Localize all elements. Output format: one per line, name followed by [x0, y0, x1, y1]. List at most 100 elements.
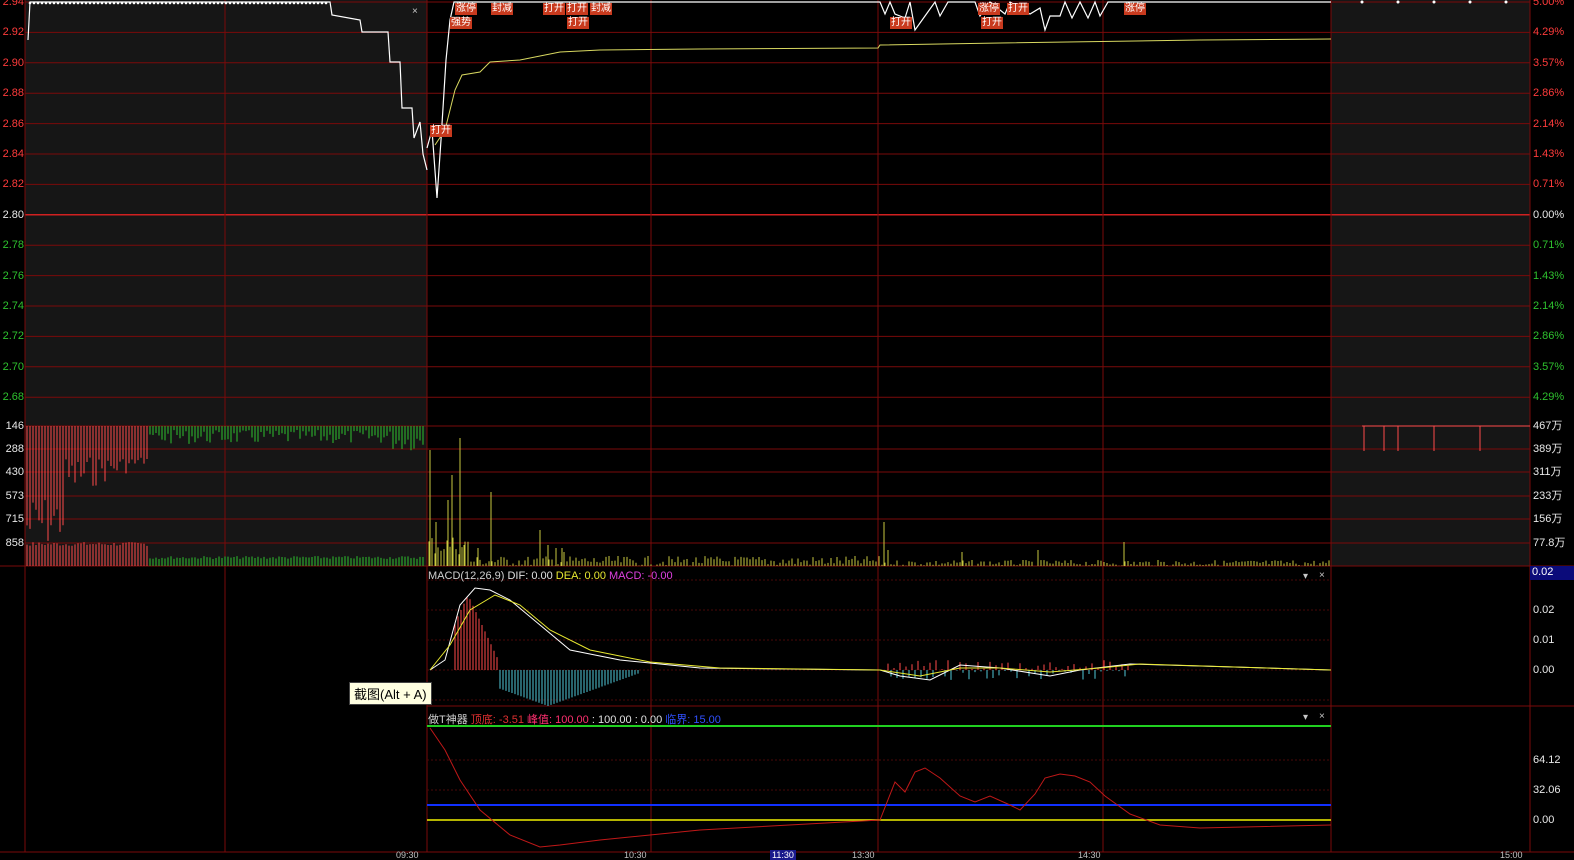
- price-dot: [192, 1, 196, 5]
- price-dot: [120, 1, 124, 5]
- price-dot: [220, 1, 224, 5]
- price-dot: [40, 1, 44, 5]
- dot-item: 顶底: -3.51: [470, 714, 524, 726]
- price-dot: [48, 1, 52, 5]
- price-dot: [200, 1, 204, 5]
- volume-tick-right: 311万: [1533, 466, 1562, 478]
- price-dot: [256, 1, 260, 5]
- price-dot: [260, 1, 264, 5]
- price-dot: [128, 1, 132, 5]
- dot-item: : 100.00: [588, 714, 632, 726]
- price-tick-right: 2.14%: [1533, 117, 1565, 130]
- price-dot: [68, 1, 72, 5]
- signal-tag: 打开: [566, 3, 588, 15]
- price-dot: [216, 1, 220, 5]
- macd-tick: 0.00: [1533, 664, 1555, 676]
- price-dot: [124, 1, 128, 5]
- panel-close-icon[interactable]: ×: [412, 6, 418, 17]
- signal-tag: 涨停: [978, 3, 1000, 15]
- price-tick-right: 0.00%: [1533, 208, 1565, 221]
- price-tick-left: 2.86: [2, 117, 24, 130]
- signal-tag: 封减: [590, 3, 612, 15]
- price-dot: [168, 1, 172, 5]
- volume-tick-left: 715: [5, 513, 24, 525]
- price-tick-left: 2.68: [2, 391, 24, 404]
- signal-tag: 涨停: [1124, 3, 1146, 15]
- price-dot: [268, 1, 272, 5]
- volume-tick-left: 430: [5, 466, 24, 478]
- macd-tick: 0.01: [1533, 634, 1555, 646]
- price-dot: [32, 1, 36, 5]
- price-tick-right: 1.43%: [1533, 269, 1565, 282]
- price-dot: [36, 1, 40, 5]
- price-tick-right: 4.29%: [1533, 26, 1565, 39]
- price-dot: [116, 1, 120, 5]
- price-dot: [204, 1, 208, 5]
- macd-dea: DEA: 0.00: [555, 570, 606, 582]
- volume-tick-right: 467万: [1533, 420, 1563, 432]
- price-dot: [252, 1, 256, 5]
- volume-tick-right: 77.8万: [1533, 537, 1566, 549]
- dot-header: 做T神器 顶底: -3.51 峰值: 100.00 : 100.00 : 0.0…: [428, 711, 721, 727]
- signal-tag: 打开: [567, 17, 589, 29]
- price-dot: [84, 1, 88, 5]
- dot-item: 临界: 15.00: [662, 714, 721, 726]
- volume-tick-right: 389万: [1533, 443, 1563, 455]
- macd-name: MACD(12,26,9): [428, 570, 505, 582]
- price-tick-right: 2.86%: [1533, 87, 1565, 100]
- price-tick-right: 0.71%: [1533, 239, 1565, 252]
- price-dot: [228, 1, 232, 5]
- price-dot: [304, 1, 308, 5]
- price-tick-right: 3.57%: [1533, 56, 1565, 69]
- price-dot: [208, 1, 212, 5]
- volume-tick-left: 858: [5, 537, 24, 549]
- price-dot: [56, 1, 60, 5]
- price-dot: [184, 1, 188, 5]
- macd-close-icon[interactable]: ×: [1319, 570, 1325, 581]
- macd-value: MACD: -0.00: [609, 570, 673, 582]
- price-dot: [180, 1, 184, 5]
- volume-tick-left: 288: [5, 443, 24, 455]
- price-dot: [280, 1, 284, 5]
- price-dot: [300, 1, 304, 5]
- signal-tag: 打开: [981, 17, 1003, 29]
- macd-dropdown-icon[interactable]: ▾: [1303, 571, 1308, 582]
- post-price-dot: [1504, 0, 1508, 4]
- post-market-area: [1331, 0, 1530, 566]
- price-tick-left: 2.90: [2, 56, 24, 69]
- volume-tick-right: 156万: [1533, 513, 1563, 525]
- price-tick-left: 2.80: [2, 208, 24, 221]
- price-dot: [236, 1, 240, 5]
- volume-tick-right: 233万: [1533, 490, 1563, 502]
- price-dot: [64, 1, 68, 5]
- signal-tag: 强势: [450, 17, 472, 29]
- price-dot: [136, 1, 140, 5]
- price-dot: [52, 1, 56, 5]
- volume-tick-left: 146: [5, 420, 24, 432]
- price-tick-left: 2.76: [2, 269, 24, 282]
- price-dot: [156, 1, 160, 5]
- price-dot: [172, 1, 176, 5]
- dot-tick: 64.12: [1533, 754, 1561, 766]
- price-dot: [188, 1, 192, 5]
- dot-close-icon[interactable]: ×: [1319, 711, 1325, 722]
- price-dot: [312, 1, 316, 5]
- price-tick-left: 2.74: [2, 300, 24, 312]
- price-dot: [28, 1, 32, 5]
- chart-canvas[interactable]: [0, 0, 1574, 859]
- average-price-line: [434, 38, 1332, 146]
- price-dot: [308, 1, 312, 5]
- price-tick-right: 2.14%: [1533, 300, 1565, 312]
- post-price-dot: [1360, 0, 1364, 4]
- screenshot-tooltip: 截图(Alt + A): [349, 682, 432, 705]
- price-dot: [80, 1, 84, 5]
- price-dot: [112, 1, 116, 5]
- price-dot: [176, 1, 180, 5]
- signal-tag: 打开: [890, 17, 912, 29]
- price-tick-left: 2.70: [2, 360, 24, 373]
- macd-current-value: 0.02: [1530, 566, 1574, 580]
- price-dot: [232, 1, 236, 5]
- price-dot: [92, 1, 96, 5]
- dot-dropdown-icon[interactable]: ▾: [1303, 712, 1308, 723]
- price-dot: [292, 1, 296, 5]
